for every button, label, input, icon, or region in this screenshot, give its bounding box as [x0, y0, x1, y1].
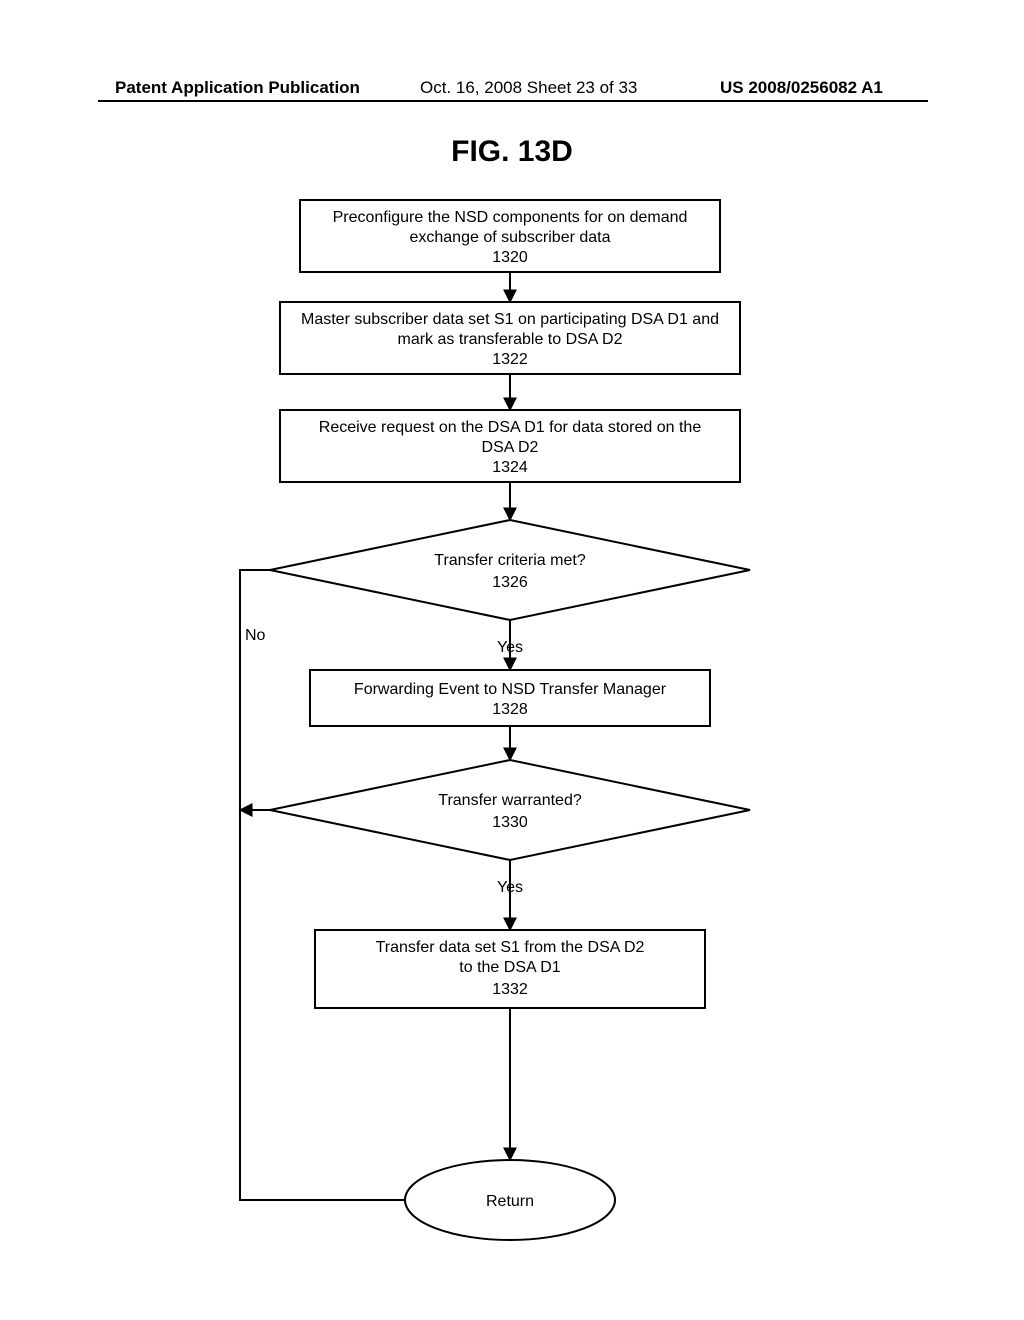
step-1324-num: 1324: [492, 459, 528, 476]
label-yes2: Yes: [497, 879, 523, 896]
header-right: US 2008/0256082 A1: [720, 78, 883, 98]
header-mid: Oct. 16, 2008 Sheet 23 of 33: [420, 78, 637, 98]
label-yes1: Yes: [497, 639, 523, 656]
step-1332-text2: to the DSA D1: [459, 959, 560, 976]
decision-1326-text: Transfer criteria met?: [434, 552, 586, 569]
header-left: Patent Application Publication: [115, 78, 360, 98]
step-1320-text2: exchange of subscriber data: [409, 229, 610, 246]
figure-title: FIG. 13D: [0, 135, 1024, 169]
step-1328-text: Forwarding Event to NSD Transfer Manager: [354, 681, 667, 698]
step-1328-num: 1328: [492, 701, 528, 718]
flowchart: Preconfigure the NSD components for on d…: [160, 200, 860, 1260]
step-1332-num: 1332: [492, 981, 528, 998]
step-1322-text1: Master subscriber data set S1 on partici…: [301, 311, 719, 328]
decision-1326-num: 1326: [492, 574, 528, 591]
step-1322-text2: mark as transferable to DSA D2: [398, 331, 623, 348]
step-1322-num: 1322: [492, 351, 528, 368]
step-1320-num: 1320: [492, 249, 528, 266]
terminator-return-text: Return: [486, 1193, 534, 1210]
step-1324-text2: DSA D2: [482, 439, 539, 456]
decision-1330-num: 1330: [492, 814, 528, 831]
label-no: No: [245, 627, 266, 644]
step-1320-text1: Preconfigure the NSD components for on d…: [333, 209, 688, 226]
step-1324-text1: Receive request on the DSA D1 for data s…: [319, 419, 702, 436]
decision-1330: [270, 760, 750, 860]
decision-1330-text: Transfer warranted?: [438, 792, 582, 809]
step-1332-text1: Transfer data set S1 from the DSA D2: [376, 939, 645, 956]
connector-no: [240, 570, 470, 1200]
header-rule: [98, 100, 928, 102]
decision-1326: [270, 520, 750, 620]
